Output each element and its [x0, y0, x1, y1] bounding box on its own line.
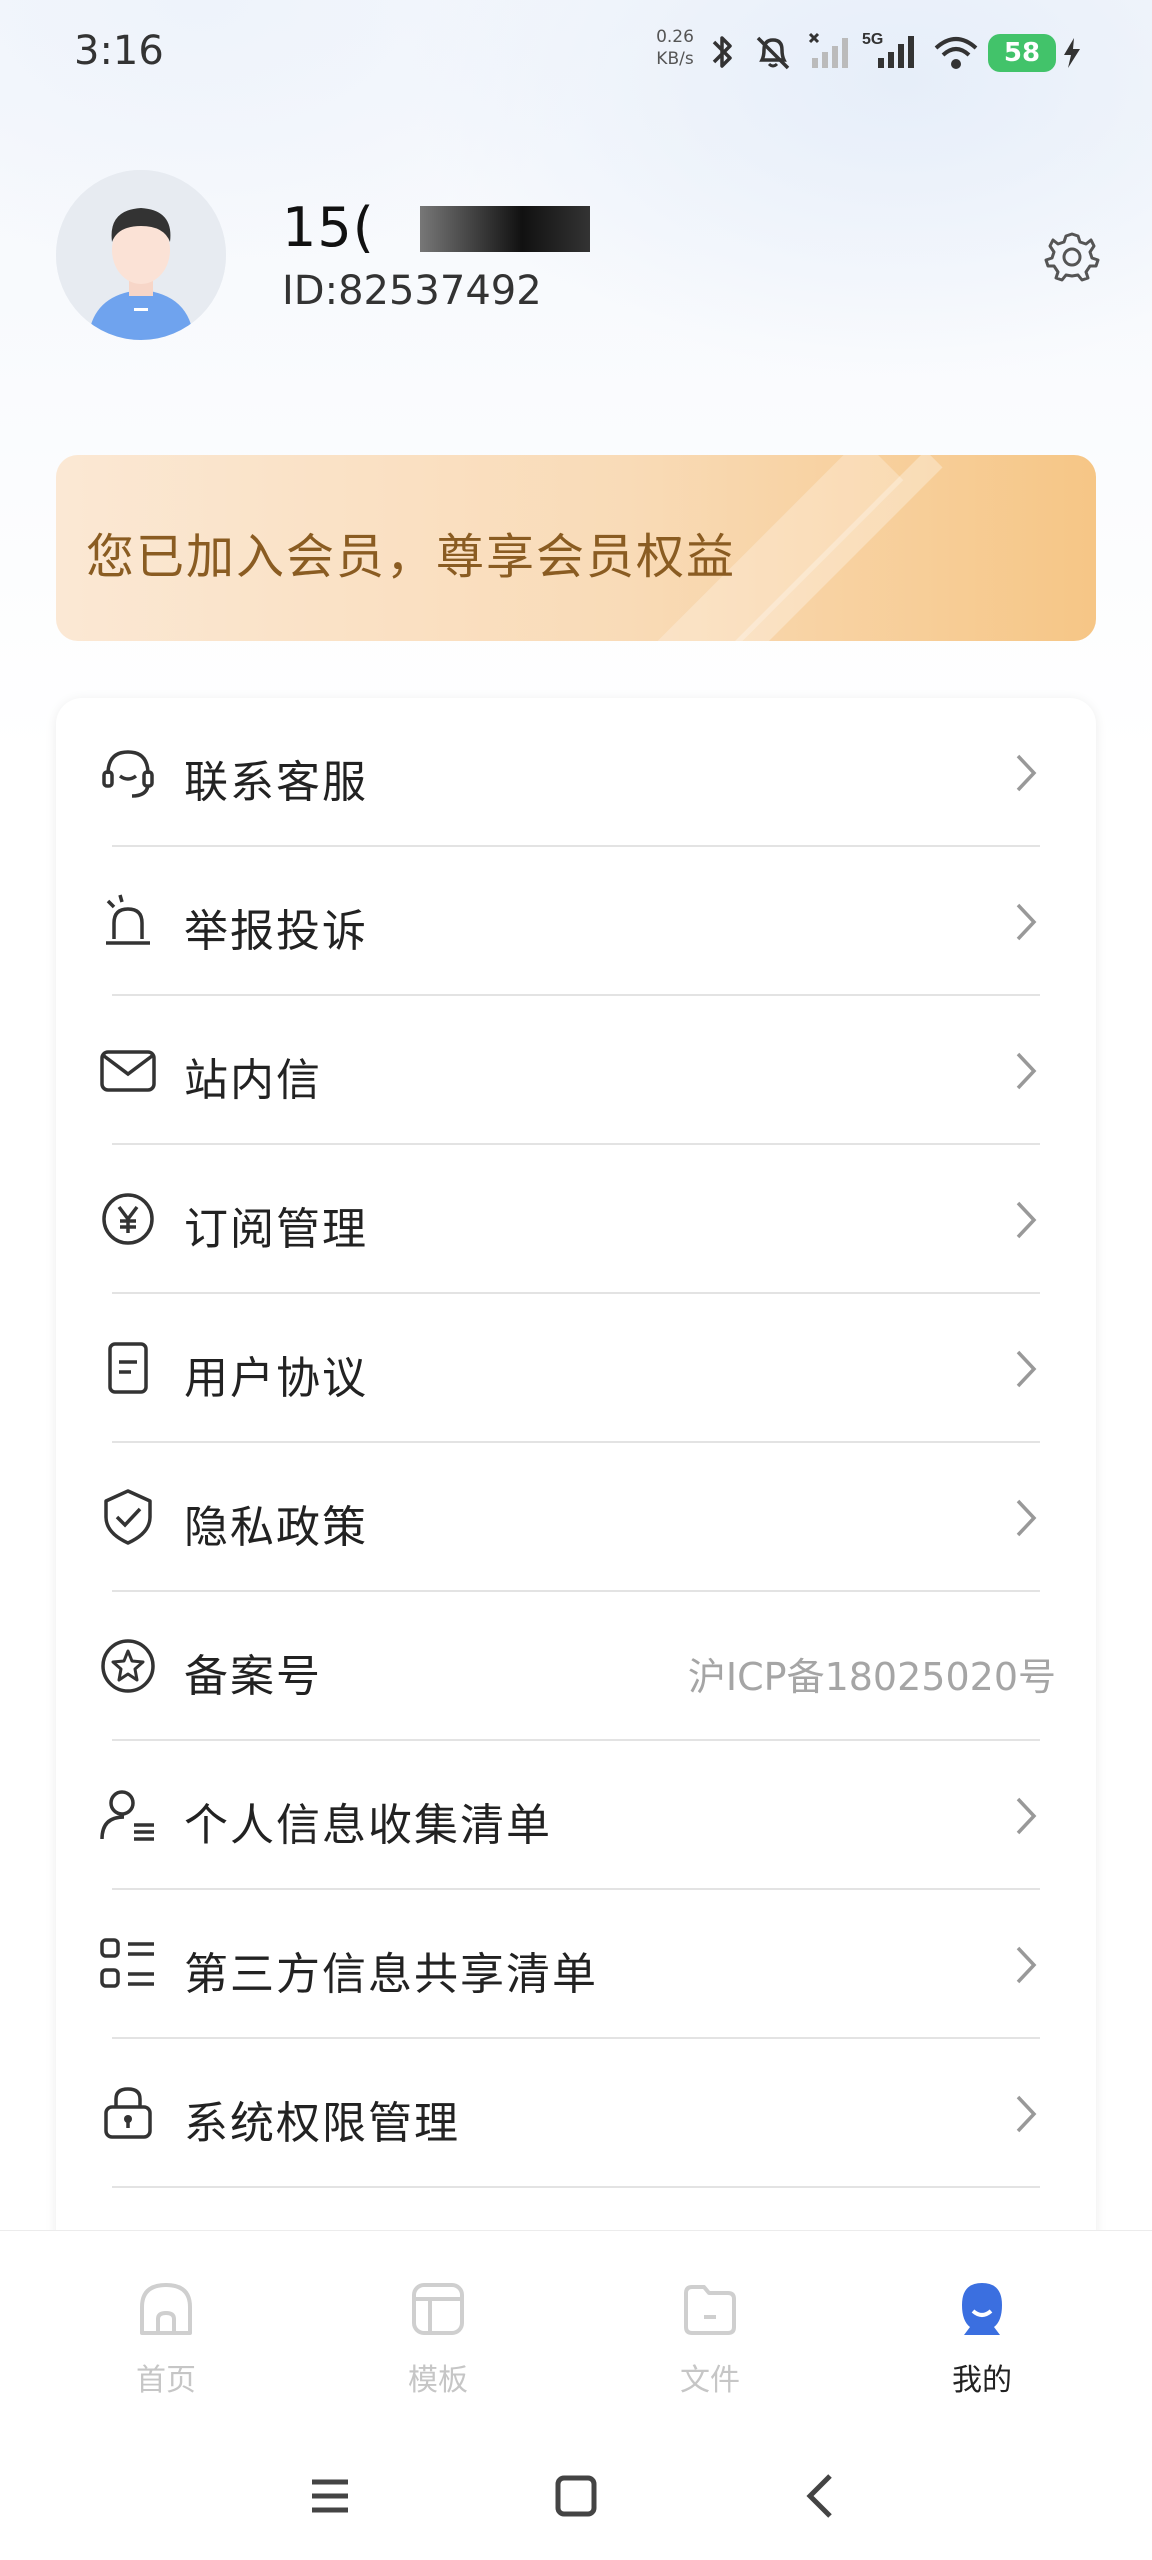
home-icon	[140, 2283, 192, 2335]
tab-label: 文件	[680, 2363, 740, 2398]
svg-text:5G: 5G	[862, 31, 883, 48]
charging-icon	[1064, 38, 1080, 68]
chevron-right-icon	[1016, 1052, 1037, 1090]
chevron-right-icon	[1016, 903, 1037, 941]
menu-item-subscription[interactable]: 订阅管理	[56, 1145, 1096, 1294]
wifi-icon	[934, 37, 978, 69]
bottom-tab-bar: 首页 模板 文件 我的	[0, 2230, 1152, 2431]
home-button-icon[interactable]	[546, 2466, 606, 2526]
menu-item-messages[interactable]: 站内信	[56, 996, 1096, 1145]
menu-item-user-agreement[interactable]: 用户协议	[56, 1294, 1096, 1443]
status-bar: 3:16 0.26 KB/s 5G 58	[0, 0, 1152, 110]
default-avatar-icon	[56, 170, 226, 340]
chevron-right-icon	[1016, 1201, 1037, 1239]
signal-sim1-icon	[808, 32, 848, 68]
checklist-icon	[100, 1938, 154, 1988]
tab-templates[interactable]: 模板	[338, 2231, 538, 2431]
menu-item-label: 第三方信息共享清单	[184, 1949, 598, 2000]
menu-item-privacy-policy[interactable]: 隐私政策	[56, 1443, 1096, 1592]
chevron-right-icon	[1016, 754, 1037, 792]
net-speed: 0.26 KB/s	[656, 27, 694, 69]
folder-icon	[684, 2285, 736, 2335]
status-time: 3:16	[74, 28, 164, 74]
menu-item-icp-record: 备案号 沪ICP备18025020号	[56, 1592, 1096, 1741]
bluetooth-icon	[712, 36, 732, 68]
headset-icon	[102, 750, 154, 798]
tab-files[interactable]: 文件	[610, 2231, 810, 2431]
username: 15(	[282, 196, 375, 259]
menu-item-label: 站内信	[184, 1055, 322, 1106]
menu-item-system-permissions[interactable]: 系统权限管理	[56, 2039, 1096, 2188]
yen-icon	[102, 1193, 154, 1245]
profile-icon	[962, 2283, 1002, 2335]
header-background	[0, 0, 1152, 760]
chevron-right-icon	[1016, 1350, 1037, 1388]
menu-item-label: 系统权限管理	[184, 2098, 460, 2149]
menu-icon[interactable]	[300, 2466, 360, 2526]
shield-check-icon	[104, 1489, 152, 1545]
chevron-right-icon	[1016, 2095, 1037, 2133]
user-list-icon	[100, 1790, 154, 1841]
system-navigation-bar	[0, 2430, 1152, 2560]
battery-indicator: 58	[988, 34, 1056, 72]
tab-profile[interactable]: 我的	[882, 2231, 1082, 2431]
menu-item-personal-info-list[interactable]: 个人信息收集清单	[56, 1741, 1096, 1890]
settings-gear-icon[interactable]	[1044, 228, 1100, 284]
menu-item-third-party-list[interactable]: 第三方信息共享清单	[56, 1890, 1096, 2039]
icp-record-number: 沪ICP备18025020号	[687, 1655, 1056, 1699]
menu-item-label: 备案号	[184, 1651, 322, 1702]
tab-home[interactable]: 首页	[66, 2231, 266, 2431]
member-banner[interactable]: 您已加入会员，尊享会员权益	[56, 455, 1096, 641]
member-banner-text: 您已加入会员，尊享会员权益	[86, 529, 737, 585]
menu-item-label: 联系客服	[184, 757, 368, 808]
back-icon[interactable]	[792, 2466, 852, 2526]
tab-label: 首页	[136, 2363, 196, 2398]
menu-item-label: 举报投诉	[184, 906, 368, 957]
menu-item-label: 订阅管理	[184, 1204, 368, 1255]
avatar[interactable]	[56, 170, 226, 340]
chevron-right-icon	[1016, 1946, 1037, 1984]
star-badge-icon	[101, 1639, 155, 1693]
redacted-phone-block	[420, 206, 590, 252]
alarm-icon	[106, 894, 150, 945]
template-icon	[412, 2283, 464, 2335]
mute-bell-icon	[756, 36, 790, 70]
lock-icon	[104, 2087, 152, 2139]
divider	[112, 2186, 1040, 2188]
menu-item-label: 用户协议	[184, 1353, 368, 1404]
menu-item-label: 个人信息收集清单	[184, 1800, 552, 1851]
user-id: ID:82537492	[282, 268, 542, 314]
settings-menu-card: 联系客服 举报投诉 站内信 订阅管理 用户协议 隐私政策 备案号 沪ICP备18…	[56, 698, 1096, 2258]
signal-sim2-icon: 5G	[862, 31, 914, 68]
tab-label: 我的	[952, 2363, 1012, 2398]
tab-label: 模板	[408, 2363, 468, 2398]
document-icon	[108, 1342, 148, 1394]
menu-item-label: 隐私政策	[184, 1502, 368, 1553]
chevron-right-icon	[1016, 1797, 1037, 1835]
menu-item-report[interactable]: 举报投诉	[56, 847, 1096, 996]
mail-icon	[100, 1050, 156, 1092]
menu-item-customer-service[interactable]: 联系客服	[56, 698, 1096, 847]
chevron-right-icon	[1016, 1499, 1037, 1537]
